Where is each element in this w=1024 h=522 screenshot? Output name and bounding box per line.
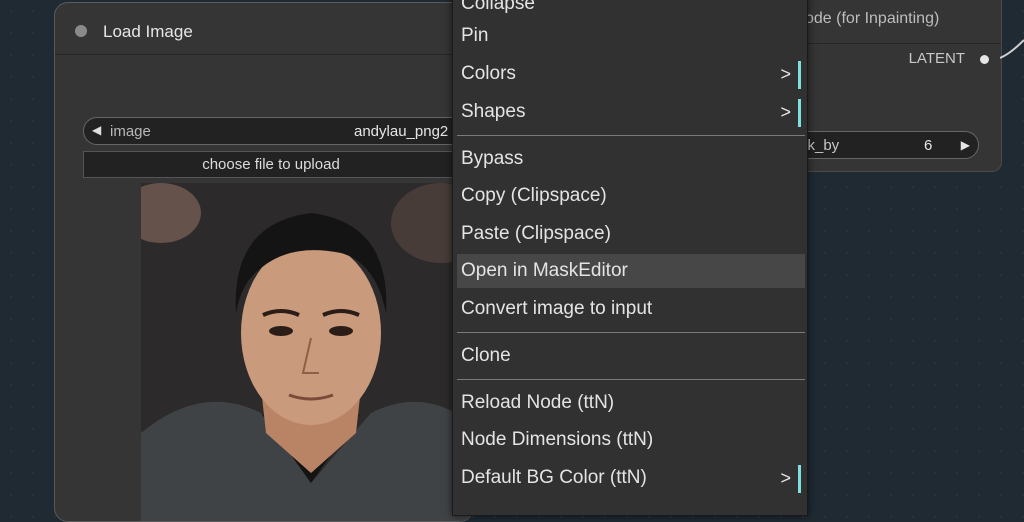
menu-item-label: Copy (Clipspace): [461, 185, 607, 206]
portrait-photo: [141, 183, 473, 521]
menu-item-node-dimensions[interactable]: Node Dimensions (ttN): [457, 423, 805, 457]
menu-item-convert-image-to-input[interactable]: Convert image to input: [457, 292, 805, 326]
menu-item-label: Colors: [461, 63, 516, 84]
submenu-indicator: [798, 61, 801, 89]
menu-item-open-in-maskeditor[interactable]: Open in MaskEditor: [457, 254, 805, 288]
menu-separator: [457, 332, 805, 333]
collapse-dot-icon[interactable]: [75, 25, 87, 37]
menu-separator: [457, 135, 805, 136]
image-combo-widget[interactable]: ◀ image andylau_png2: [83, 117, 473, 145]
submenu-arrow-icon: >: [780, 102, 791, 122]
menu-item-label: Convert image to input: [461, 298, 653, 319]
menu-item-copy-clipspace[interactable]: Copy (Clipspace): [457, 179, 805, 213]
submenu-arrow-icon: >: [780, 468, 791, 488]
menu-item-label: Pin: [461, 25, 489, 46]
context-menu: Collapse Pin Colors > Shapes > Bypass Co…: [452, 0, 808, 516]
submenu-indicator: [798, 465, 801, 493]
menu-item-label: Node Dimensions (ttN): [461, 429, 654, 450]
node-link-wire: [1000, 39, 1024, 59]
image-preview[interactable]: [141, 183, 473, 521]
arrow-left-icon[interactable]: ◀: [92, 123, 101, 137]
submenu-indicator: [798, 99, 801, 127]
image-widget-value: andylau_png2: [354, 123, 449, 140]
menu-item-label: Clone: [461, 345, 511, 366]
menu-item-label: Reload Node (ttN): [461, 392, 615, 413]
image-widget-label: image: [110, 123, 151, 140]
menu-item-reload-node[interactable]: Reload Node (ttN): [457, 386, 805, 420]
menu-item-bypass[interactable]: Bypass: [457, 142, 805, 176]
upload-button[interactable]: choose file to upload: [83, 151, 473, 178]
menu-separator: [457, 379, 805, 380]
menu-item-label: Collapse: [461, 0, 535, 14]
grow-mask-value: 6: [924, 137, 933, 154]
upload-button-label: choose file to upload: [202, 156, 340, 173]
output-label-latent: LATENT: [908, 50, 965, 67]
node-title: ode (for Inpainting): [805, 10, 940, 27]
output-slot-icon[interactable]: [980, 55, 989, 64]
menu-item-clone[interactable]: Clone: [457, 339, 805, 373]
menu-item-shapes[interactable]: Shapes >: [457, 95, 805, 129]
menu-item-paste-clipspace[interactable]: Paste (Clipspace): [457, 217, 805, 251]
load-image-node[interactable]: Load Image ◀ image andylau_png2 choose f…: [54, 2, 474, 522]
menu-item-label: Paste (Clipspace): [461, 223, 611, 244]
menu-item-label: Default BG Color (ttN): [461, 467, 647, 488]
menu-item-collapse[interactable]: Collapse: [457, 0, 805, 21]
arrow-right-icon[interactable]: ▶: [961, 138, 970, 152]
menu-item-default-bg-color[interactable]: Default BG Color (ttN) >: [457, 461, 805, 495]
menu-item-pin[interactable]: Pin: [457, 19, 805, 53]
menu-item-label: Open in MaskEditor: [461, 260, 628, 281]
menu-item-label: Shapes: [461, 101, 526, 122]
menu-item-label: Bypass: [461, 148, 524, 169]
menu-item-colors[interactable]: Colors >: [457, 57, 805, 91]
node-title: Load Image: [103, 22, 193, 41]
submenu-arrow-icon: >: [780, 64, 791, 84]
node-title-bar[interactable]: Load Image: [55, 3, 473, 55]
